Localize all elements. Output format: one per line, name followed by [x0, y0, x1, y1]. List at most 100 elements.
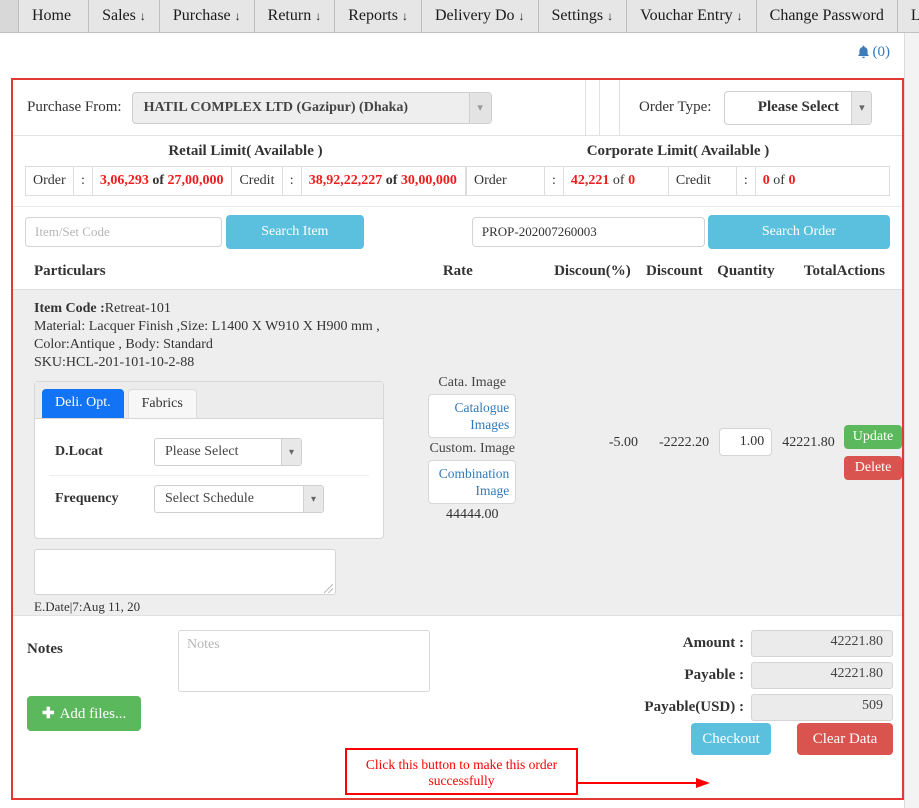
retail-order-total: 27,00,000 — [167, 173, 224, 188]
retail-order-value: 3,06,293 of 27,00,000 — [91, 166, 233, 196]
retail-order-used: 3,06,293 — [99, 173, 149, 188]
retail-credit-value: 38,92,22,227 of 30,00,000 — [300, 166, 467, 196]
search-section: Search Item Search Order — [13, 206, 902, 259]
page-scrollbar[interactable] — [904, 33, 919, 808]
retail-order-label: Order — [25, 166, 74, 196]
item-remark-textarea[interactable] — [34, 549, 336, 595]
search-order-button[interactable]: Search Order — [707, 215, 891, 249]
order-footer: Notes Notes ✚ Add files... Amount : 42221… — [13, 616, 902, 755]
purchase-from-select[interactable]: HATIL COMPLEX LTD (Gazipur) (Dhaka) ▾ — [131, 91, 492, 124]
header-total: Total — [803, 263, 837, 279]
nav-item-purchase[interactable]: Purchase ↓ — [159, 0, 255, 32]
bell-icon — [857, 45, 870, 60]
purchase-from-value: HATIL COMPLEX LTD (Gazipur) (Dhaka) — [143, 99, 409, 115]
retail-credit-of: of — [385, 173, 398, 188]
checkout-button[interactable]: Checkout — [691, 723, 771, 755]
nav-item-sales[interactable]: Sales ↓ — [89, 0, 160, 32]
notes-label: Notes — [27, 641, 63, 657]
corp-order-total: 0 — [628, 173, 636, 188]
chevron-down-icon: ↓ — [234, 8, 241, 23]
tab-deli-opt[interactable]: Deli. Opt. — [42, 389, 124, 418]
retail-credit-total: 30,00,000 — [400, 173, 457, 188]
item-options-tabs: Deli. Opt. Fabrics D.Locat Please Select… — [34, 381, 384, 539]
purchase-from-group: Purchase From: HATIL COMPLEX LTD (Gazipu… — [13, 80, 586, 135]
frequency-row: Frequency Select Schedule ▾ — [49, 476, 369, 522]
corp-credit-label: Credit — [667, 166, 737, 196]
dlocat-value: Please Select — [165, 444, 239, 459]
header-actions: Actions — [836, 263, 885, 279]
nav-item-return[interactable]: Return ↓ — [254, 0, 336, 32]
annotation-callout: Click this button to make this order suc… — [345, 748, 578, 795]
nav-label: Return — [267, 7, 312, 24]
item-particulars-cell: Item Code :Retreat-101 Material: Lacquer… — [13, 290, 417, 615]
nav-item-change-password[interactable]: Change Password — [756, 0, 898, 32]
corporate-limit-table: Order : 42,221 of 0 Credit : 0 of 0 — [466, 166, 891, 196]
combination-image-button[interactable]: Combination Image — [428, 460, 517, 504]
header-discount: Discount — [646, 263, 703, 279]
delete-button[interactable]: Delete — [844, 456, 903, 480]
retail-limit-block: Retail Limit( Available ) Order : 3,06,2… — [25, 140, 467, 196]
header-particulars: Particulars — [34, 263, 106, 279]
purchase-order-panel: Purchase From: HATIL COMPLEX LTD (Gazipu… — [11, 78, 904, 800]
notes-textarea[interactable]: Notes — [178, 630, 430, 692]
payable-label: Payable : — [684, 667, 744, 683]
chevron-down-icon: ▾ — [281, 439, 301, 465]
frequency-select[interactable]: Select Schedule ▾ — [154, 485, 324, 513]
corp-credit-used: 0 — [762, 173, 770, 188]
notification-indicator[interactable]: (0) — [857, 44, 890, 61]
search-item-button[interactable]: Search Item — [225, 215, 364, 249]
item-code-label: Item Code : — [34, 301, 105, 316]
plus-icon: ✚ — [42, 706, 55, 722]
limits-section: Retail Limit( Available ) Order : 3,06,2… — [13, 136, 902, 206]
amount-label: Amount : — [682, 635, 744, 651]
dlocat-row: D.Locat Please Select ▾ — [49, 429, 369, 476]
amount-summary: Amount : 42221.80 Payable : 42221.80 Pay… — [593, 630, 893, 726]
item-discount-pct-value: -5.00 — [608, 435, 638, 450]
tab-fabrics[interactable]: Fabrics — [127, 389, 197, 418]
dlocat-select[interactable]: Please Select ▾ — [154, 438, 302, 466]
add-files-label: Add files... — [59, 706, 127, 722]
chevron-down-icon: ↓ — [736, 8, 743, 23]
annotation-arrow-icon — [578, 778, 710, 788]
corp-order-used: 42,221 — [570, 173, 610, 188]
header-quantity: Quantity — [717, 263, 775, 279]
resize-handle-icon[interactable] — [324, 584, 333, 593]
nav-item-delivery-do[interactable]: Delivery Do ↓ — [421, 0, 539, 32]
item-images-cell: Cata. Image Catalogue Images Custom. Ima… — [417, 290, 528, 615]
nav-item-log-out[interactable]: Log Out — [897, 0, 919, 32]
corp-credit-total: 0 — [788, 173, 796, 188]
dlocat-label: D.Locat — [55, 444, 103, 459]
payable-usd-label: Payable(USD) : — [644, 699, 744, 715]
nav-label: Purchase — [172, 7, 231, 24]
table-row: Item Code :Retreat-101 Material: Lacquer… — [13, 290, 903, 616]
header-rate: Rate — [442, 263, 473, 279]
nav-item-settings[interactable]: Settings ↓ — [538, 0, 628, 32]
clear-data-button[interactable]: Clear Data — [797, 723, 893, 755]
nav-label: Reports — [348, 7, 398, 24]
nav-item-home[interactable]: Home — [18, 0, 90, 32]
corp-order-of: of — [612, 173, 625, 188]
item-quantity-cell — [709, 290, 782, 615]
frequency-label: Frequency — [55, 491, 119, 506]
catalogue-images-button[interactable]: Catalogue Images — [428, 394, 517, 438]
add-files-button[interactable]: ✚ Add files... — [27, 696, 142, 731]
item-rate-cell — [528, 290, 569, 615]
header-discount-pct: Discoun(%) — [554, 263, 631, 279]
order-code-input[interactable] — [471, 217, 705, 247]
table-row: Order : 42,221 of 0 Credit : 0 of 0 — [466, 166, 891, 196]
amount-value: 42221.80 — [751, 630, 893, 657]
corp-credit-colon: : — [735, 166, 756, 196]
retail-credit-label: Credit — [231, 166, 283, 196]
quantity-input[interactable] — [719, 428, 773, 456]
update-button[interactable]: Update — [844, 425, 903, 449]
footer-actions: Checkout Clear Data — [691, 723, 893, 755]
chevron-down-icon: ↓ — [315, 8, 322, 23]
nav-item-reports[interactable]: Reports ↓ — [335, 0, 422, 32]
nav-item-vouchar-entry[interactable]: Vouchar Entry ↓ — [627, 0, 757, 32]
item-material-line: Material: Lacquer Finish ,Size: L1400 X … — [34, 319, 380, 334]
item-code-input[interactable] — [25, 217, 222, 247]
header-spacer-2 — [600, 80, 620, 135]
order-type-select[interactable]: Please Select ▾ — [724, 90, 873, 125]
item-rate-value: 44444.00 — [446, 507, 499, 522]
purchase-from-label: Purchase From: — [27, 99, 122, 115]
